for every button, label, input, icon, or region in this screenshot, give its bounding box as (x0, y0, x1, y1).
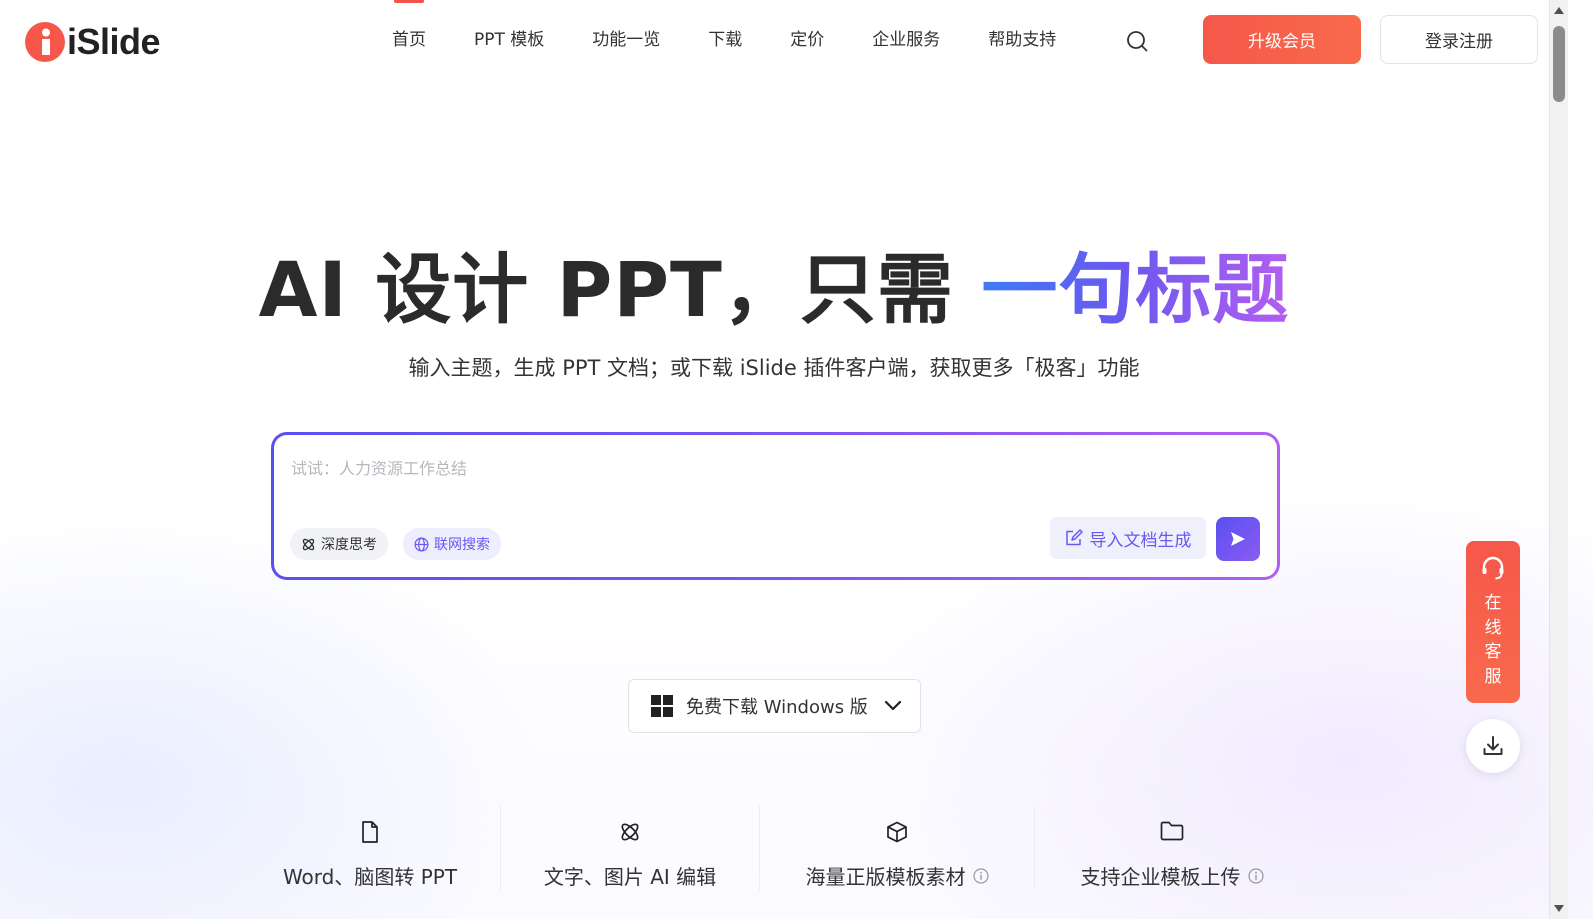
chevron-down-icon[interactable] (884, 700, 902, 712)
hero-subtitle: 输入主题，生成 PPT 文档；或下载 iSlide 插件客户端，获取更多「极客」… (408, 356, 1140, 380)
download-icon (1483, 736, 1503, 755)
deep-think-label: 深度思考 (321, 537, 377, 553)
info-icon[interactable] (972, 867, 989, 884)
feature-label-text: 文字、图片 AI 编辑 (543, 865, 717, 889)
feature-label-text: 海量正版模板素材 (805, 865, 966, 889)
feature-label-text: Word、脑图转 PPT (282, 865, 458, 889)
atom-icon (302, 538, 315, 550)
info-icon[interactable] (1247, 867, 1264, 884)
hero-title-main: AI 设计 PPT，只需 (258, 245, 982, 334)
feature-label: Word、脑图转 PPT (240, 861, 500, 890)
globe-icon (414, 537, 429, 551)
import-document-label: 导入文档生成 (1089, 530, 1192, 551)
nav-item-download[interactable]: 下载 (708, 0, 742, 80)
web-search-toggle[interactable]: 联网搜索 (403, 528, 501, 560)
online-customer-service-button[interactable]: 在线客服 (1466, 541, 1520, 703)
customer-service-char: 在 (1484, 593, 1502, 613)
prompt-box: 深度思考 联网搜索 导入文档生成 (271, 432, 1280, 580)
feature-label: 支持企业模板上传 (1035, 861, 1309, 890)
feature-label: 文字、图片 AI 编辑 (501, 861, 759, 890)
feature-label-text: 支持企业模板上传 (1080, 865, 1241, 889)
page-scrollbar[interactable] (1549, 0, 1568, 919)
deep-think-toggle[interactable]: 深度思考 (290, 528, 388, 560)
hero-title-highlight: 一句标题 (981, 245, 1290, 334)
document-icon (362, 821, 378, 843)
customer-service-char: 服 (1484, 666, 1502, 687)
main-nav: 首页 PPT 模板 功能一览 下载 定价 企业服务 帮助支持 (392, 0, 1056, 80)
import-document-button[interactable]: 导入文档生成 (1050, 517, 1206, 559)
customer-service-char: 线 (1484, 617, 1502, 638)
customer-service-label: 在线客服 (1466, 591, 1520, 689)
scroll-down-arrow-icon[interactable] (1554, 905, 1564, 912)
scroll-up-arrow-icon[interactable] (1554, 7, 1564, 14)
brand-name: iSlide (67, 21, 161, 62)
topic-input[interactable] (291, 455, 1191, 481)
nav-item-enterprise[interactable]: 企业服务 (872, 0, 940, 80)
windows-icon (651, 695, 673, 717)
nav-item-help[interactable]: 帮助支持 (988, 0, 1056, 80)
web-search-label: 联网搜索 (434, 537, 490, 553)
nav-item-pricing[interactable]: 定价 (790, 0, 824, 80)
customer-service-char: 客 (1484, 642, 1502, 662)
search-icon[interactable] (1125, 29, 1149, 53)
feature-list: Word、脑图转 PPT 文字、图片 AI 编辑 海量正版模板素材 支持企业模板… (240, 806, 1306, 896)
folder-icon (1160, 821, 1184, 841)
nav-item-features[interactable]: 功能一览 (592, 0, 660, 80)
edit-document-icon (1065, 529, 1083, 546)
feature-item: 海量正版模板素材 (760, 806, 1034, 890)
islide-logo-icon (25, 22, 65, 62)
download-windows-button[interactable]: 免费下载 Windows 版 (628, 679, 921, 733)
feature-item: Word、脑图转 PPT (240, 806, 500, 890)
scrollbar-thumb[interactable] (1553, 26, 1565, 102)
feature-label: 海量正版模板素材 (760, 861, 1034, 890)
brand-logo[interactable]: iSlide (25, 21, 161, 63)
upgrade-membership-button[interactable]: 升级会员 (1203, 15, 1361, 64)
prompt-box-inner: 深度思考 联网搜索 导入文档生成 (274, 435, 1277, 577)
top-navbar: iSlide 首页 PPT 模板 功能一览 下载 定价 企业服务 帮助支持 升级… (0, 0, 1548, 80)
send-icon (1231, 532, 1245, 546)
headset-icon (1482, 556, 1504, 580)
download-float-button[interactable] (1466, 719, 1520, 773)
nav-item-home[interactable]: 首页 (392, 0, 426, 80)
feature-item: 支持企业模板上传 (1035, 806, 1309, 890)
cube-icon (887, 821, 907, 843)
login-register-button[interactable]: 登录注册 (1380, 15, 1538, 64)
send-button[interactable] (1216, 517, 1260, 561)
nav-item-ppt-templates[interactable]: PPT 模板 (474, 0, 544, 80)
hero-title: AI 设计 PPT，只需 一句标题 (0, 228, 1548, 338)
feature-item: 文字、图片 AI 编辑 (501, 806, 759, 890)
ai-atom-icon (621, 823, 639, 841)
download-windows-label: 免费下载 Windows 版 (686, 697, 868, 718)
